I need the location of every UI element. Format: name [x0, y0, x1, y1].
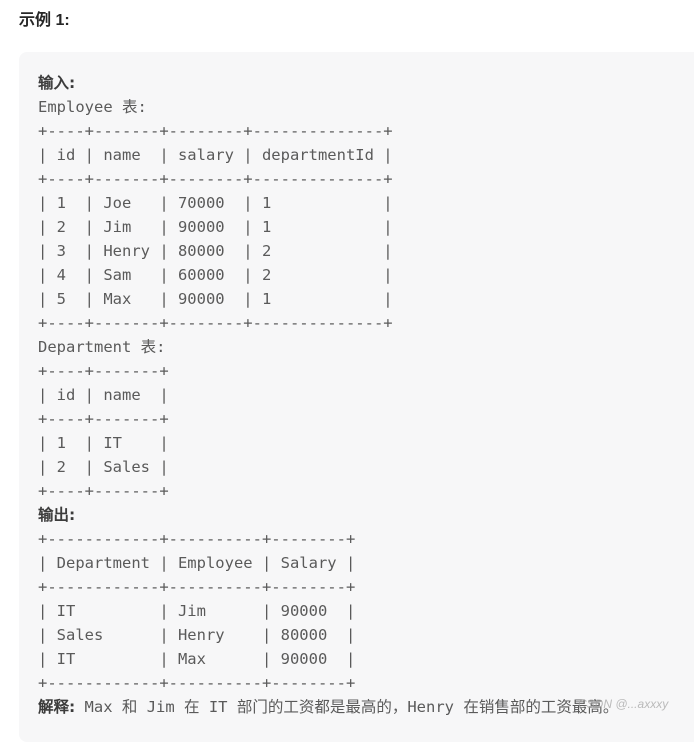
department-table-row: | 1 | IT |	[38, 434, 169, 452]
example-content: 输入: Employee 表: +----+-------+--------+-…	[38, 71, 618, 719]
employee-table-row: | 2 | Jim | 90000 | 1 |	[38, 218, 393, 236]
input-label-line: 输入:	[38, 71, 618, 95]
example-heading: 示例 1:	[19, 12, 70, 29]
employee-table-border-bottom: +----+-------+--------+--------------+	[38, 314, 393, 332]
employee-table-title: Employee 表:	[38, 98, 147, 116]
explanation-label: 解释:	[38, 698, 76, 716]
department-table-border-mid: +----+-------+	[38, 410, 169, 428]
department-table-header: | id | name |	[38, 386, 169, 404]
department-table-border-bottom: +----+-------+	[38, 482, 169, 500]
employee-table-row: | 3 | Henry | 80000 | 2 |	[38, 242, 393, 260]
output-label: 输出:	[38, 506, 76, 524]
input-label: 输入:	[38, 74, 76, 92]
employee-table-row: | 4 | Sam | 60000 | 2 |	[38, 266, 393, 284]
output-table-row: | IT | Max | 90000 |	[38, 650, 356, 668]
employee-table-border-mid: +----+-------+--------+--------------+	[38, 170, 393, 188]
explanation-line: 解释: Max 和 Jim 在 IT 部门的工资都是最高的，Henry 在销售部…	[38, 695, 618, 719]
watermark: CSDN @...axxxy	[578, 697, 669, 711]
explanation-text: Max 和 Jim 在 IT 部门的工资都是最高的，Henry 在销售部的工资最…	[75, 698, 619, 716]
output-table-border-top: +------------+----------+--------+	[38, 530, 356, 548]
department-table-row: | 2 | Sales |	[38, 458, 169, 476]
employee-table-row: | 5 | Max | 90000 | 1 |	[38, 290, 393, 308]
output-table-border-bottom: +------------+----------+--------+	[38, 674, 356, 692]
employee-table-row: | 1 | Joe | 70000 | 1 |	[38, 194, 393, 212]
output-table-header: | Department | Employee | Salary |	[38, 554, 356, 572]
output-table-border-mid: +------------+----------+--------+	[38, 578, 356, 596]
department-table-title: Department 表:	[38, 338, 166, 356]
output-label-line: 输出:	[38, 503, 618, 527]
employee-table-border-top: +----+-------+--------+--------------+	[38, 122, 393, 140]
employee-table-header: | id | name | salary | departmentId |	[38, 146, 393, 164]
department-table-border-top: +----+-------+	[38, 362, 169, 380]
output-table-row: | Sales | Henry | 80000 |	[38, 626, 356, 644]
output-table-row: | IT | Jim | 90000 |	[38, 602, 356, 620]
